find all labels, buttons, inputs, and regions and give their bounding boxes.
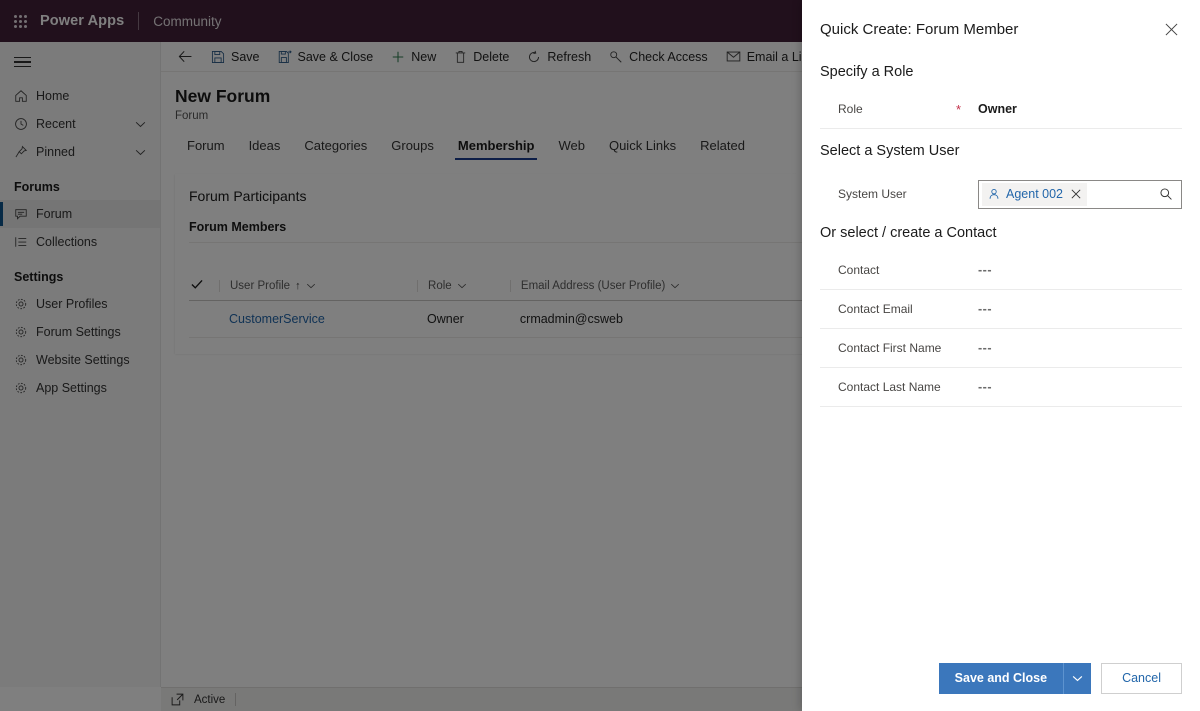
field-row-system-user: System User Agent 002 — [820, 169, 1182, 219]
field-row-role[interactable]: Role * Owner — [820, 90, 1182, 129]
panel-header: Quick Create: Forum Member — [802, 0, 1200, 58]
field-value-contact-email[interactable]: --- — [978, 302, 1182, 316]
system-user-lookup-input[interactable]: Agent 002 — [978, 179, 1182, 209]
lookup-token[interactable]: Agent 002 — [982, 182, 1087, 206]
save-options-dropdown-button[interactable] — [1063, 662, 1092, 694]
close-icon[interactable] — [1156, 14, 1186, 44]
required-indicator: * — [956, 101, 962, 117]
screen: Power Apps Community Home Recent — [0, 0, 1200, 711]
cancel-button[interactable]: Cancel — [1101, 662, 1182, 694]
field-label-contact-last-name: Contact Last Name — [838, 380, 941, 394]
remove-token-icon[interactable] — [1071, 189, 1081, 199]
panel-body: Specify a Role Role * Owner Select a Sys… — [802, 58, 1200, 645]
field-row-contact-last-name[interactable]: Contact Last Name --- — [820, 368, 1182, 407]
save-and-close-split-button: Save and Close — [938, 662, 1092, 694]
section-specify-a-role: Specify a Role — [820, 64, 914, 80]
field-label-contact-email: Contact Email — [838, 302, 913, 316]
field-label-role: Role — [838, 102, 863, 116]
field-label-contact: Contact — [838, 263, 880, 277]
field-row-contact-email[interactable]: Contact Email --- — [820, 290, 1182, 329]
chevron-down-icon — [1072, 675, 1083, 682]
modal-overlay[interactable] — [0, 0, 802, 711]
field-row-contact[interactable]: Contact --- — [820, 251, 1182, 290]
section-or-select-create-a-contact: Or select / create a Contact — [820, 225, 997, 241]
save-and-close-button[interactable]: Save and Close — [938, 662, 1064, 694]
quick-create-panel: Quick Create: Forum Member Specify a Rol… — [802, 0, 1200, 711]
section-select-a-system-user: Select a System User — [820, 143, 960, 159]
field-row-contact-first-name[interactable]: Contact First Name --- — [820, 329, 1182, 368]
lookup-token-text: Agent 002 — [1006, 187, 1063, 201]
field-label-system-user: System User — [838, 187, 907, 201]
field-value-contact[interactable]: --- — [978, 263, 1182, 277]
field-value-contact-first-name[interactable]: --- — [978, 341, 1182, 355]
person-icon — [988, 188, 1000, 200]
search-icon[interactable] — [1155, 187, 1177, 201]
field-value-contact-last-name[interactable]: --- — [978, 380, 1182, 394]
field-value-role[interactable]: Owner — [978, 102, 1182, 116]
panel-title: Quick Create: Forum Member — [820, 20, 1019, 38]
panel-footer: Save and Close Cancel — [802, 645, 1200, 711]
field-label-contact-first-name: Contact First Name — [838, 341, 942, 355]
